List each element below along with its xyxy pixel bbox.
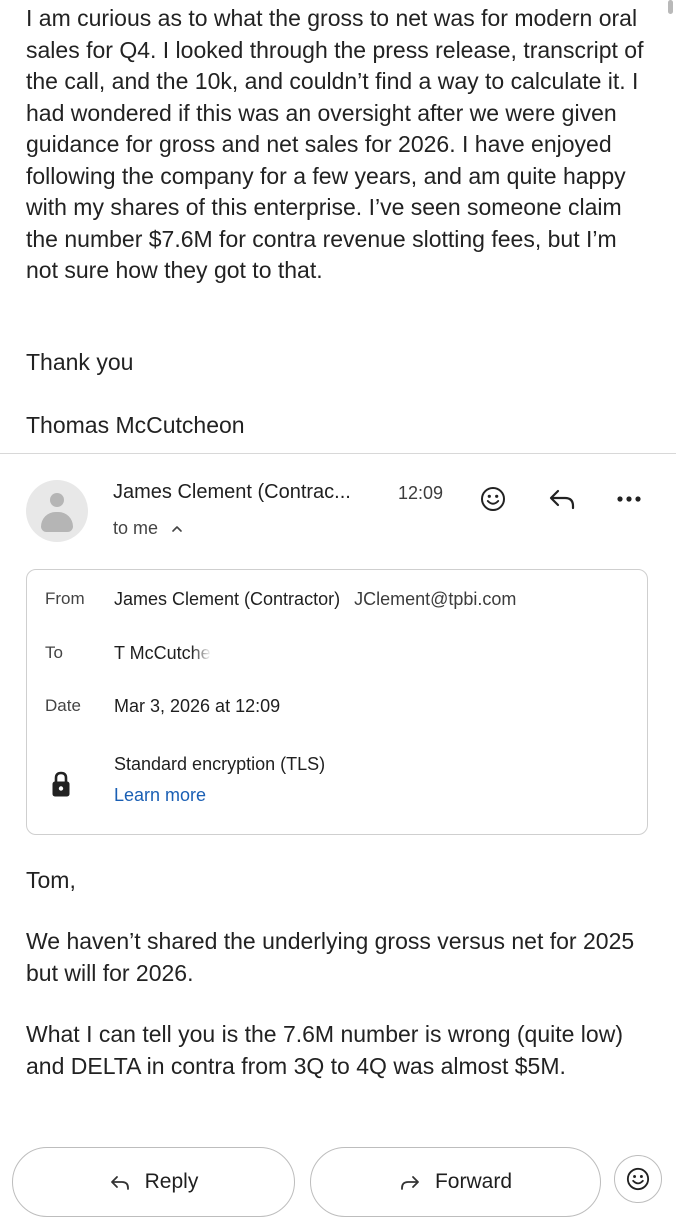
message-divider <box>0 453 676 454</box>
previous-message-body: I am curious as to what the gross to net… <box>26 5 644 283</box>
learn-more-link[interactable]: Learn more <box>114 785 206 806</box>
sender-name[interactable]: James Clement (Contrac... <box>113 481 351 504</box>
reply-icon <box>110 1176 129 1190</box>
previous-message: I am curious as to what the gross to net… <box>26 3 646 438</box>
reply-button-label: Reply <box>144 1170 199 1193</box>
emoji-reaction-icon <box>481 487 505 511</box>
more-options-icon <box>617 496 641 502</box>
chevron-up-icon <box>172 525 182 532</box>
to-label: To <box>45 643 63 662</box>
reply-header-button[interactable] <box>546 482 580 516</box>
forward-icon <box>401 1176 419 1190</box>
security-text: Standard encryption (TLS) <box>114 754 326 774</box>
from-label: From <box>45 589 85 608</box>
recipient-summary-toggle[interactable]: to me <box>113 518 184 539</box>
reply-paragraph-2: What I can tell you is the 7.6M number i… <box>26 1021 623 1079</box>
previous-message-signature: Thomas McCutcheon <box>26 412 245 438</box>
avatar-shoulders-shape <box>41 512 73 532</box>
reply-icon <box>549 489 575 510</box>
emoji-reaction-button[interactable] <box>476 482 510 516</box>
avatar[interactable] <box>26 480 88 542</box>
forward-button[interactable]: Forward <box>310 1147 601 1217</box>
emoji-reaction-footer-button[interactable] <box>614 1155 662 1203</box>
forward-button-label: Forward <box>434 1170 513 1193</box>
scrollbar[interactable] <box>668 0 673 14</box>
recipient-summary: to me <box>113 518 159 538</box>
date-value: Mar 3, 2026 at 12:09 <box>114 696 281 716</box>
from-name[interactable]: James Clement (Contractor) <box>114 589 340 609</box>
previous-message-thanks: Thank you <box>26 349 134 375</box>
avatar-head-shape <box>50 493 64 507</box>
reply-button[interactable]: Reply <box>12 1147 295 1217</box>
more-options-button[interactable] <box>612 482 646 516</box>
message-time: 12:09 <box>398 483 444 503</box>
from-email[interactable]: JClement@tpbi.com <box>354 589 516 609</box>
lock-icon <box>52 771 70 797</box>
date-label: Date <box>45 696 81 715</box>
to-value[interactable]: T McCutche <box>114 643 211 664</box>
reply-paragraph-1: We haven’t shared the underlying gross v… <box>26 928 635 986</box>
message-details-panel: From James Clement (Contractor) JClement@… <box>26 569 648 835</box>
reply-greeting: Tom, <box>26 867 76 893</box>
emoji-reaction-icon <box>626 1167 650 1191</box>
from-value: James Clement (Contractor) JClement@tpbi.… <box>114 589 516 610</box>
